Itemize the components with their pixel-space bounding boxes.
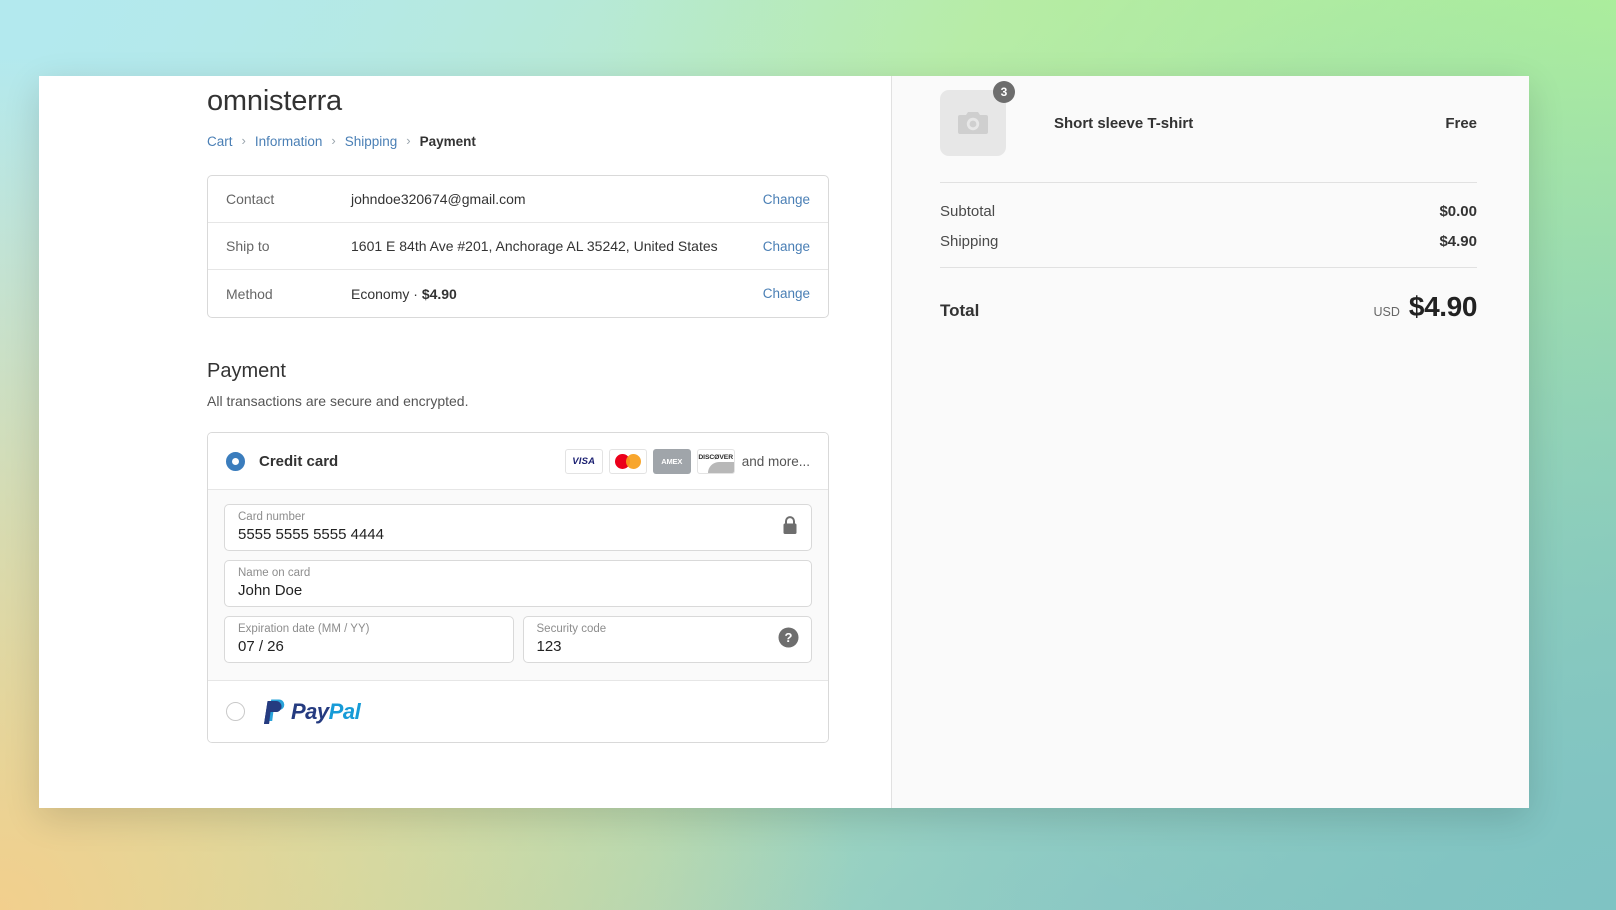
shop-name: omnisterra xyxy=(207,85,342,117)
expiration-date-input[interactable]: 07 / 26 xyxy=(238,637,500,657)
review-value-ship-to: 1601 E 84th Ave #201, Anchorage AL 35242… xyxy=(351,238,718,254)
name-on-card-label: Name on card xyxy=(238,567,311,579)
shipping-label: Shipping xyxy=(940,233,999,250)
credit-card-fields: Card number 5555 5555 5555 4444 Name on … xyxy=(208,489,828,680)
camera-icon xyxy=(958,112,988,134)
subtotal-label: Subtotal xyxy=(940,203,996,220)
breadcrumb-item-information[interactable]: Information xyxy=(255,134,323,149)
paypal-wordmark-pay: Pay xyxy=(291,698,329,724)
more-cards-text: and more... xyxy=(741,453,810,469)
amex-icon: AMEX xyxy=(652,448,691,474)
review-row-ship-to: Ship to 1601 E 84th Ave #201, Anchorage … xyxy=(208,223,828,270)
review-label-method: Method xyxy=(226,285,273,302)
grand-total-amount-group: USD $4.90 xyxy=(1373,291,1478,323)
breadcrumb: Cart › Information › Shipping › Payment xyxy=(207,134,829,149)
security-code-label: Security code xyxy=(536,623,607,635)
security-code-field[interactable]: Security code 123 ? xyxy=(522,616,812,663)
security-code-input[interactable]: 123 xyxy=(537,637,799,657)
item-quantity-badge: 3 xyxy=(993,81,1015,103)
chevron-right-icon: › xyxy=(241,133,246,148)
review-value-contact: johndoe320674@gmail.com xyxy=(351,191,526,207)
payment-section-subtitle: All transactions are secure and encrypte… xyxy=(207,393,469,409)
order-line-item: 3 Short sleeve T-shirt Free xyxy=(940,76,1477,182)
discover-swoosh xyxy=(707,461,734,473)
expiration-date-label: Expiration date (MM / YY) xyxy=(238,623,370,635)
grand-total-amount: $4.90 xyxy=(1408,291,1477,322)
help-icon[interactable]: ? xyxy=(778,627,799,653)
breadcrumb-item-cart[interactable]: Cart xyxy=(207,134,233,149)
payment-method-paypal[interactable]: Pay Pal xyxy=(208,680,828,742)
payment-methods-block: Credit card VISA AMEX DISCØVER and more.… xyxy=(207,432,829,743)
change-contact-link[interactable]: Change xyxy=(763,192,810,207)
payment-method-credit-card[interactable]: Credit card VISA AMEX DISCØVER and more.… xyxy=(208,433,828,489)
summary-totals: Subtotal $0.00 Shipping $4.90 xyxy=(940,183,1477,267)
payment-section-title: Payment xyxy=(207,360,286,382)
card-number-input[interactable]: 5555 5555 5555 4444 xyxy=(238,525,798,545)
breadcrumb-item-shipping[interactable]: Shipping xyxy=(345,134,398,149)
review-row-method: Method Economy · $4.90 Change xyxy=(208,270,828,317)
shipping-value: $4.90 xyxy=(1439,233,1477,250)
grand-total-currency: USD xyxy=(1373,305,1400,319)
subtotal-value: $0.00 xyxy=(1439,203,1477,220)
change-address-link[interactable]: Change xyxy=(763,239,810,254)
review-label-contact: Contact xyxy=(226,191,275,207)
method-price: $4.90 xyxy=(421,285,457,302)
review-label-ship-to: Ship to xyxy=(226,238,270,254)
product-thumbnail-wrap: 3 xyxy=(940,81,1015,156)
expiry-security-row: Expiration date (MM / YY) 07 / 26 Securi… xyxy=(224,616,812,663)
order-review-block: Contact johndoe320674@gmail.com Change S… xyxy=(207,175,829,318)
name-on-card-input[interactable]: John Doe xyxy=(238,581,798,601)
discover-icon: DISCØVER xyxy=(696,448,735,474)
svg-text:?: ? xyxy=(785,630,793,645)
grand-total-section: Total USD $4.90 xyxy=(940,268,1477,323)
item-price: Free xyxy=(1445,114,1477,132)
grand-total-row: Total USD $4.90 xyxy=(940,291,1477,323)
breadcrumb-item-payment: Payment xyxy=(419,134,476,149)
card-number-field[interactable]: Card number 5555 5555 5555 4444 xyxy=(224,504,812,551)
discover-icon-text: DISCØVER xyxy=(698,453,734,461)
credit-card-label: Credit card xyxy=(259,452,339,470)
expiration-date-field[interactable]: Expiration date (MM / YY) 07 / 26 xyxy=(224,616,514,663)
method-name: Economy · xyxy=(351,285,422,302)
order-summary-column: 3 Short sleeve T-shirt Free Subtotal $0.… xyxy=(892,76,1529,808)
chevron-right-icon: › xyxy=(406,133,411,148)
grand-total-label: Total xyxy=(940,301,980,320)
credit-card-radio[interactable] xyxy=(226,451,245,471)
mastercard-icon xyxy=(608,448,647,474)
paypal-wordmark-pal: Pal xyxy=(328,698,361,724)
card-number-label: Card number xyxy=(238,511,306,523)
review-row-contact: Contact johndoe320674@gmail.com Change xyxy=(208,176,828,223)
card-brand-icons: VISA AMEX DISCØVER xyxy=(564,448,735,474)
paypal-radio[interactable] xyxy=(226,702,245,721)
summary-row-subtotal: Subtotal $0.00 xyxy=(940,203,1477,220)
paypal-logo: Pay Pal xyxy=(259,697,361,727)
lock-icon xyxy=(781,515,799,540)
review-value-method: Economy · $4.90 xyxy=(351,286,749,302)
summary-row-shipping: Shipping $4.90 xyxy=(940,233,1477,250)
checkout-window: omnisterra Cart › Information › Shipping… xyxy=(39,76,1529,808)
change-method-link[interactable]: Change xyxy=(763,286,810,301)
item-name: Short sleeve T-shirt xyxy=(1054,114,1194,132)
visa-icon: VISA xyxy=(564,448,603,474)
name-on-card-field[interactable]: Name on card John Doe xyxy=(224,560,812,607)
chevron-right-icon: › xyxy=(331,133,336,148)
checkout-main-column: omnisterra Cart › Information › Shipping… xyxy=(39,76,892,808)
